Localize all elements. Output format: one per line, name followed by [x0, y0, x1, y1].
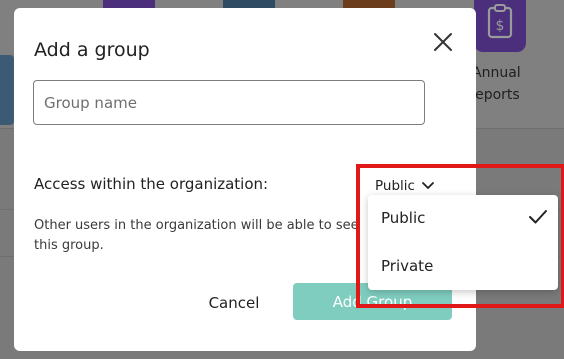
highlight-box — [356, 164, 564, 308]
close-button[interactable] — [428, 27, 458, 57]
dialog-title: Add a group — [34, 39, 150, 61]
tile-label: Annual — [472, 65, 521, 81]
access-label: Access within the organization: — [34, 175, 269, 193]
background-panel — [0, 55, 14, 125]
svg-text:$: $ — [496, 18, 505, 34]
close-icon — [434, 33, 452, 51]
dollar-document-icon: $ — [487, 4, 513, 39]
group-name-input[interactable] — [33, 80, 425, 125]
annual-reports-tile[interactable]: $ — [474, 0, 526, 52]
access-description: Other users in the organization will be … — [34, 218, 359, 253]
cancel-button[interactable]: Cancel — [194, 288, 274, 318]
